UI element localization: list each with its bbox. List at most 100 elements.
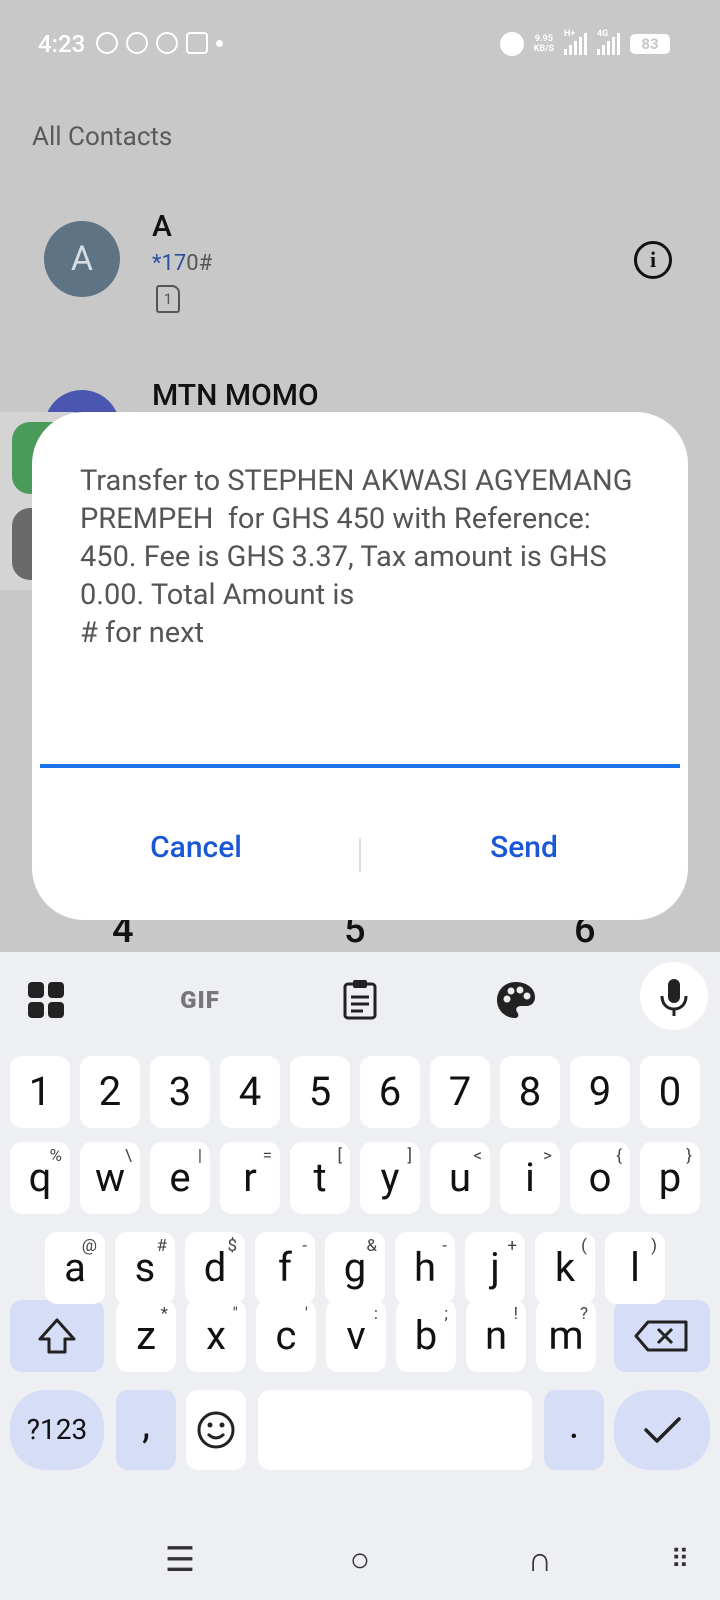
key-b[interactable]: b; [396,1300,456,1372]
back-icon[interactable]: ∩ [520,1540,560,1580]
key-2[interactable]: 2 [80,1056,140,1128]
signal-icon-2: 4G [597,29,620,55]
battery-icon: 83 [630,34,670,54]
symbols-key[interactable]: ?123 [10,1390,104,1470]
key-hint: | [197,1146,202,1166]
enter-key[interactable] [614,1390,710,1470]
key-4[interactable]: 4 [220,1056,280,1128]
key-r[interactable]: r = [220,1142,280,1214]
shift-key[interactable] [10,1300,104,1372]
key-8[interactable]: 8 [500,1056,560,1128]
spacebar[interactable] [258,1390,532,1470]
key-label: x [206,1312,226,1359]
period-key[interactable]: . [544,1390,604,1470]
key-i[interactable]: i > [500,1142,560,1214]
key-z[interactable]: z * [116,1300,176,1372]
key-9[interactable]: 9 [570,1056,630,1128]
key-label: 0 [658,1068,682,1115]
menu-icon[interactable]: ☰ [160,1540,200,1580]
key-x[interactable]: x " [186,1300,246,1372]
backspace-key[interactable] [614,1300,710,1372]
clipboard-icon[interactable] [330,970,390,1030]
key-w[interactable]: w \ [80,1142,140,1214]
whatsapp-icon [96,32,118,54]
key-f[interactable]: f- [255,1232,315,1304]
number-rest: 0# [186,251,213,276]
key-o[interactable]: o{ [570,1142,630,1214]
key-label: v [346,1312,366,1359]
keyboard: GIF ?123 , . 1 2 3 4 5 6 7 8 9 0 q% w \ e | r = t[y] u < i > o… [0,952,720,1600]
key-hint: + [507,1236,517,1256]
key-g[interactable]: g & [325,1232,385,1304]
key-t[interactable]: t[ [290,1142,350,1214]
apps-icon[interactable] [16,970,76,1030]
key-0[interactable]: 0 [640,1056,700,1128]
send-button[interactable]: Send [364,816,684,880]
key-label: 8 [518,1068,542,1115]
key-6[interactable]: 6 [360,1056,420,1128]
key-e[interactable]: e | [150,1142,210,1214]
network-type-label: H+ [564,29,576,39]
more-notifications-dot-icon [216,40,223,47]
status-bar: 4:23 9.95 KB/S H+ 4G 83 [0,0,720,90]
info-icon[interactable]: i [634,241,672,279]
key-m[interactable]: m? [536,1300,596,1372]
key-c[interactable]: c ' [256,1300,316,1372]
avatar: A [44,221,120,297]
chrome-icon [156,32,178,54]
key-q[interactable]: q% [10,1142,70,1214]
key-5[interactable]: 5 [290,1056,350,1128]
key-u[interactable]: u < [430,1142,490,1214]
contact-name: A [152,209,172,244]
key-label: m [548,1312,584,1359]
key-j[interactable]: j + [465,1232,525,1304]
cancel-button[interactable]: Cancel [36,816,356,880]
palette-icon[interactable] [486,970,546,1030]
key-s[interactable]: s # [115,1232,175,1304]
key-label: 3 [168,1068,192,1115]
section-title: All Contacts [32,122,173,152]
key-label: 2 [98,1068,122,1115]
key-hint: \ [125,1146,132,1166]
contact-row[interactable]: A A *170# 1 i [0,209,720,351]
key-l[interactable]: l) [605,1232,665,1304]
contact-name: MTN MOMO [152,378,319,413]
key-7[interactable]: 7 [430,1056,490,1128]
key-y[interactable]: y] [360,1142,420,1214]
gif-button[interactable]: GIF [170,970,230,1030]
navigation-bar: ☰ ○ ∩ ⠿ [0,1530,720,1600]
keyboard-hide-icon[interactable]: ⠿ [660,1540,700,1580]
comma-key[interactable]: , [116,1390,176,1470]
key-label: f [278,1244,292,1291]
key-hint: " [232,1304,238,1324]
key-label: n [484,1312,508,1359]
key-3[interactable]: 3 [150,1056,210,1128]
key-hint: ? [579,1304,588,1324]
emoji-key[interactable] [186,1390,246,1470]
key-v[interactable]: v: [326,1300,386,1372]
key-h[interactable]: h- [395,1232,455,1304]
ussd-response-input[interactable] [40,764,680,768]
key-hint: = [262,1146,272,1166]
home-icon[interactable]: ○ [340,1540,380,1580]
key-hint: - [442,1236,447,1256]
key-label: q [28,1154,52,1201]
key-k[interactable]: k( [535,1232,595,1304]
key-label: w [94,1154,126,1201]
key-label: 1 [28,1068,52,1115]
key-label: b [414,1312,438,1359]
key-p[interactable]: p} [640,1142,700,1214]
contact-number: *170# [152,251,212,276]
key-1[interactable]: 1 [10,1056,70,1128]
key-hint: [ [337,1146,342,1166]
network-speed: 9.95 KB/S [534,34,554,54]
key-hint: - [302,1236,307,1256]
key-d[interactable]: d $ [185,1232,245,1304]
key-a[interactable]: a @ [45,1232,105,1304]
key-n[interactable]: n! [466,1300,526,1372]
key-label: h [413,1244,437,1291]
system-status-icons: 9.95 KB/S H+ 4G 83 [499,29,670,56]
ussd-message: Transfer to STEPHEN AKWASI AGYEMANG PREM… [80,464,633,650]
key-label: 6 [378,1068,402,1115]
mic-icon[interactable] [640,962,708,1030]
